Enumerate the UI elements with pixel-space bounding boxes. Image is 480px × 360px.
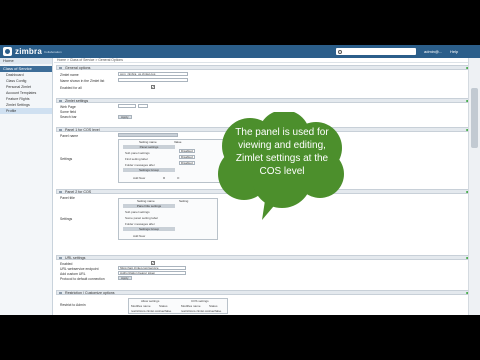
breadcrumb: Home > Class of Service > General Option… bbox=[54, 58, 480, 63]
section-restrictions: Restriction / Customize options Restrict… bbox=[56, 290, 477, 315]
o-link[interactable]: O bbox=[177, 176, 179, 180]
field-label: Panel name bbox=[60, 134, 79, 138]
field-label: Settings bbox=[60, 157, 73, 161]
section-header-general[interactable]: General options bbox=[56, 65, 477, 70]
logo-text: zimbra bbox=[15, 47, 42, 56]
apply-button[interactable]: Apply bbox=[118, 115, 132, 119]
section-header-zimlet-settings[interactable]: Zimlet settings bbox=[56, 98, 477, 103]
help-link[interactable]: Help bbox=[450, 49, 458, 54]
zimlet-name-field[interactable]: com_zimbra_ux.zimlet.cos bbox=[118, 72, 188, 76]
table-cell: true/false bbox=[159, 309, 172, 313]
column-header: Setting name bbox=[139, 140, 157, 144]
section-title: Zimlet settings bbox=[65, 99, 89, 103]
enabled-checkbox[interactable]: ✓ bbox=[151, 85, 155, 89]
list-item[interactable]: Settings Group bbox=[123, 227, 175, 231]
list-item[interactable]: Folder messages after bbox=[125, 163, 155, 167]
add-new-link[interactable]: Add New bbox=[133, 176, 145, 180]
list-item[interactable]: Sub panel settings bbox=[125, 151, 150, 155]
list-item[interactable]: Some panel setting label bbox=[125, 216, 158, 220]
list-item[interactable]: Panel settings bbox=[123, 145, 175, 149]
field-label: Some field bbox=[60, 110, 77, 114]
list-item[interactable]: Panel title settings bbox=[123, 204, 175, 208]
table-header: COS settings bbox=[191, 299, 209, 303]
column-header: Setting bbox=[179, 199, 189, 203]
r-link[interactable]: R bbox=[163, 176, 165, 180]
table-cell: restrictions.zimlet.cos bbox=[131, 309, 160, 313]
top-bar: zimbra Collaboration admin@... Help bbox=[0, 45, 480, 58]
section-header-url-settings[interactable]: URL settings bbox=[56, 255, 477, 260]
table-subheader: Modifies name bbox=[181, 304, 201, 308]
section-title: Panel 2 for COS bbox=[65, 190, 92, 194]
dropdown[interactable]: Disabled bbox=[179, 155, 195, 159]
section-title: Panel 1 for COS level bbox=[65, 128, 100, 132]
list-item[interactable]: Folder messages after bbox=[125, 222, 155, 226]
table-cell: restrictions.zimlet.cos bbox=[181, 309, 210, 313]
panel-name-field[interactable] bbox=[118, 133, 178, 137]
column-header: Setting name bbox=[137, 199, 155, 203]
search-icon[interactable] bbox=[338, 49, 342, 54]
url-field[interactable]: https://api.zimlet.com/service bbox=[118, 266, 186, 270]
field-label: Restrict to Admin bbox=[60, 303, 86, 307]
list-item[interactable]: Find setting label bbox=[125, 157, 148, 161]
list-item[interactable]: Sub panel settings bbox=[125, 210, 150, 214]
field-label: Zimlet name bbox=[60, 73, 79, 77]
apply-button[interactable]: Apply bbox=[118, 276, 132, 280]
field-label: Add custom URL bbox=[60, 272, 86, 276]
section-url-settings: URL settings Enabled ✓ URL webservice en… bbox=[56, 255, 477, 285]
scrollbar-thumb[interactable] bbox=[471, 88, 478, 148]
add-new-link[interactable]: Add New bbox=[133, 234, 145, 238]
column-header: Value bbox=[174, 140, 182, 144]
vertical-scrollbar[interactable] bbox=[468, 58, 480, 315]
table-subheader: Status bbox=[159, 304, 168, 308]
search-box[interactable] bbox=[336, 48, 416, 55]
table-header: Allow settings bbox=[141, 299, 160, 303]
field-label: Enabled bbox=[60, 262, 73, 266]
zimbra-logo-icon bbox=[3, 47, 12, 56]
field-label: Search bar bbox=[60, 115, 77, 119]
callout-text: The panel is used for viewing and editin… bbox=[235, 127, 329, 177]
dropdown[interactable]: Disabled bbox=[179, 149, 195, 153]
web-page-field[interactable] bbox=[118, 104, 136, 108]
enabled-checkbox[interactable]: ✓ bbox=[151, 261, 155, 265]
display-name-field[interactable] bbox=[118, 78, 188, 82]
sidebar: Home Class of Service Dashboard Class Co… bbox=[0, 58, 53, 315]
web-page-field-2[interactable] bbox=[138, 104, 148, 108]
settings-grid-2: Setting name Setting Panel title setting… bbox=[118, 198, 218, 240]
dropdown[interactable]: Disabled bbox=[179, 161, 195, 165]
user-menu[interactable]: admin@... bbox=[424, 49, 442, 54]
callout-bubble: The panel is used for viewing and editin… bbox=[210, 110, 354, 222]
table-subheader: Modifies name bbox=[131, 304, 151, 308]
table-subheader: Status bbox=[209, 304, 218, 308]
field-label: Name shown in the Zimlet list bbox=[60, 79, 105, 83]
field-label: Settings bbox=[60, 217, 73, 221]
custom-url-field[interactable]: Authorization bearer token bbox=[118, 271, 186, 275]
search-input[interactable] bbox=[344, 48, 414, 55]
sidebar-tab-home[interactable]: Home bbox=[0, 58, 52, 64]
restrictions-table: Allow settings COS settings Modifies nam… bbox=[128, 298, 228, 314]
sidebar-item-profile[interactable]: Profile bbox=[0, 108, 52, 114]
logo-subtitle: Collaboration bbox=[44, 49, 62, 54]
field-label: URL webservice endpoint bbox=[60, 267, 99, 271]
table-cell: true/false bbox=[209, 309, 222, 313]
list-item[interactable]: Settings Group bbox=[123, 168, 175, 172]
field-label: Protocol to default connection bbox=[60, 277, 105, 281]
field-label: Panel title bbox=[60, 196, 75, 200]
section-title: Restriction / Customize options bbox=[65, 291, 115, 295]
field-label: Enabled for all bbox=[60, 86, 82, 90]
section-header-restrictions[interactable]: Restriction / Customize options bbox=[56, 290, 477, 295]
field-label: Web Page bbox=[60, 105, 76, 109]
section-title: URL settings bbox=[65, 256, 86, 260]
section-title: General options bbox=[65, 66, 91, 70]
